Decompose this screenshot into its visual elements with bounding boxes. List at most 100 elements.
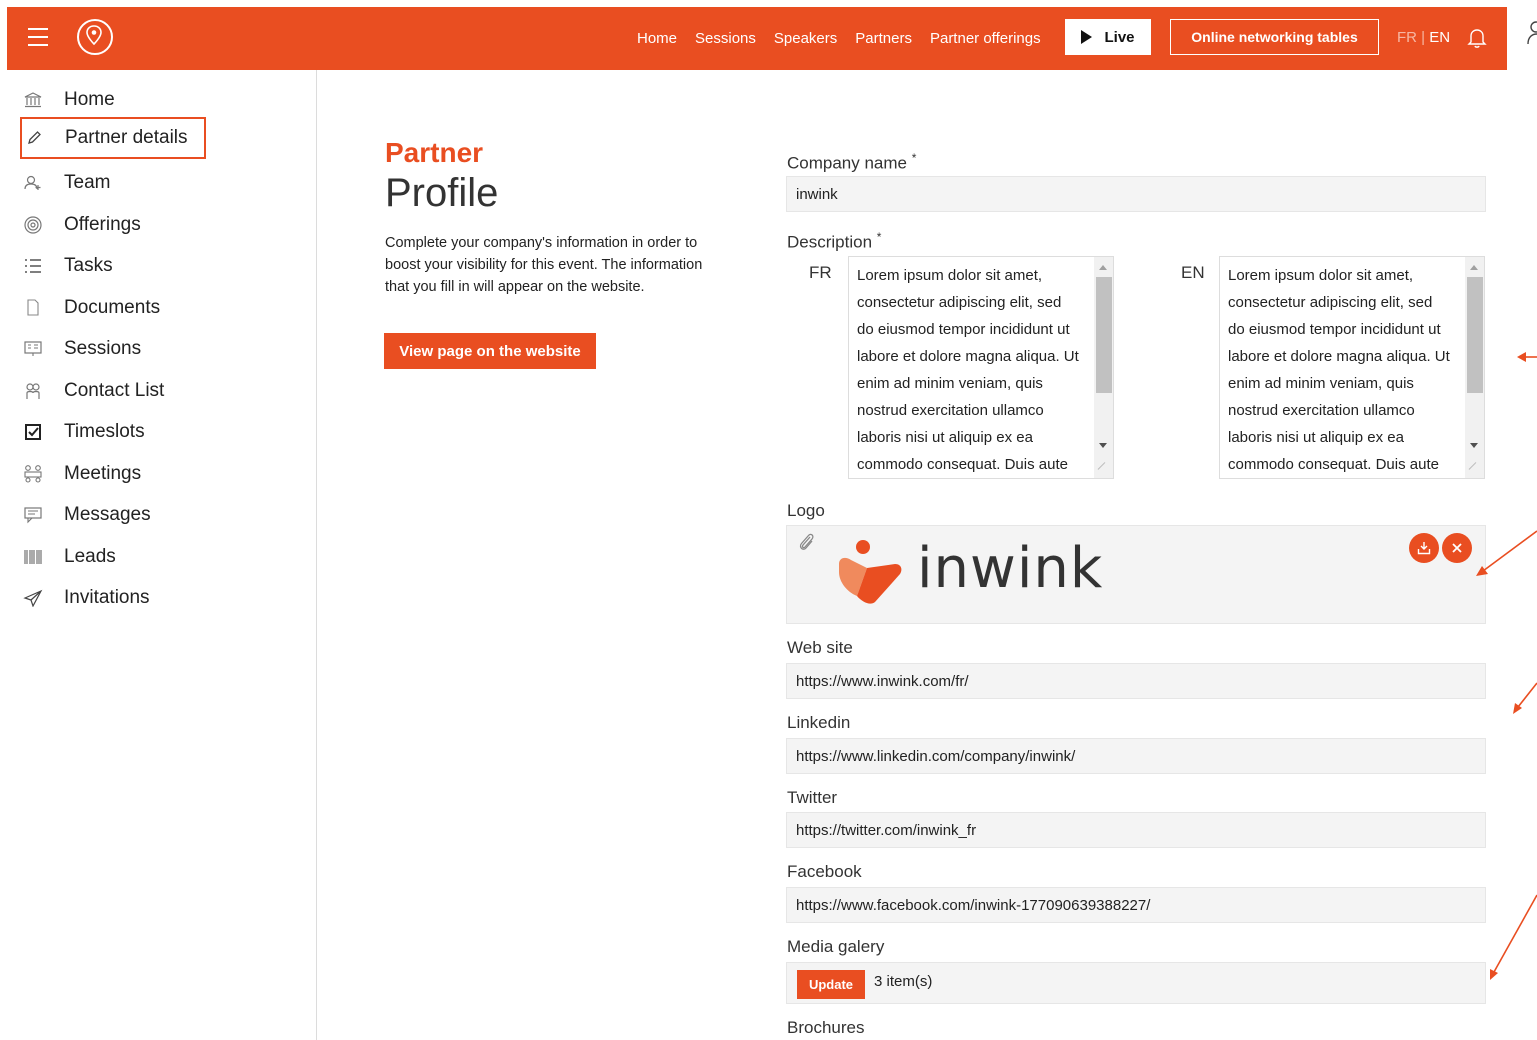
sidebar-item-team[interactable]: Team <box>21 165 110 201</box>
remove-logo-button[interactable] <box>1442 533 1472 563</box>
resize-grip-icon[interactable] <box>1468 462 1484 477</box>
scroll-thumb[interactable] <box>1467 277 1483 393</box>
text-line: consectetur adipiscing elit, sed <box>857 294 1062 311</box>
meeting-icon <box>21 464 45 484</box>
hamburger-menu-icon[interactable] <box>28 28 48 48</box>
sidebar-item-documents[interactable]: Documents <box>21 290 160 326</box>
nav-sessions[interactable]: Sessions <box>695 30 756 47</box>
download-logo-button[interactable] <box>1409 533 1439 563</box>
sidebar-item-partner-details[interactable]: Partner details <box>20 117 206 159</box>
scroll-up-icon[interactable] <box>1470 265 1478 270</box>
view-page-button[interactable]: View page on the website <box>384 333 596 369</box>
nav-home[interactable]: Home <box>637 30 677 47</box>
required-mark: * <box>876 230 882 244</box>
document-icon <box>21 298 45 318</box>
sidebar-item-messages[interactable]: Messages <box>21 497 151 533</box>
sidebar-item-label: Documents <box>64 297 161 318</box>
text-line: consectetur adipiscing elit, sed <box>1228 294 1433 311</box>
linkedin-input[interactable]: https://www.linkedin.com/company/inwink/ <box>786 738 1486 774</box>
linkedin-label: Linkedin <box>787 713 851 732</box>
sidebar-item-label: Tasks <box>64 255 113 276</box>
sidebar-item-meetings[interactable]: Meetings <box>21 456 141 492</box>
text-line: nostrud exercitation ullamco <box>1228 402 1415 419</box>
sidebar-item-sessions[interactable]: Sessions <box>21 331 141 367</box>
scroll-up-icon[interactable] <box>1099 265 1107 270</box>
annotation-arrow-social <box>1517 682 1537 708</box>
page-description: Complete your company's information in o… <box>385 235 703 295</box>
pencil-icon <box>22 128 46 148</box>
company-name-input[interactable]: inwink <box>786 176 1486 212</box>
target-icon <box>21 215 45 235</box>
lang-en[interactable]: EN <box>1429 29 1450 46</box>
text-line: labore et dolore magna aliqua. Ut <box>857 348 1079 365</box>
event-logo[interactable] <box>77 19 113 55</box>
sidebar-item-label: Timeslots <box>64 421 145 442</box>
nav-speakers[interactable]: Speakers <box>774 30 837 47</box>
sidebar-item-home[interactable]: Home <box>21 82 115 118</box>
nav-partners[interactable]: Partners <box>855 30 912 47</box>
description-en-text: Lorem ipsum dolor sit amet, consectetur … <box>1228 262 1460 478</box>
company-name-label-text: Company name <box>787 153 908 173</box>
logo-upload[interactable]: inwink <box>786 525 1486 624</box>
scrollbar[interactable] <box>1094 257 1113 478</box>
live-button[interactable]: Live <box>1065 19 1151 55</box>
chat-icon <box>21 505 45 525</box>
resize-grip-icon[interactable] <box>1097 462 1113 477</box>
online-networking-button[interactable]: Online networking tables <box>1170 19 1379 55</box>
arrow-head <box>1490 969 1498 980</box>
text-line: enim ad minim veniam, quis <box>857 375 1043 392</box>
sidebar-item-tasks[interactable]: Tasks <box>21 248 113 284</box>
facebook-input[interactable]: https://www.facebook.com/inwink-17709063… <box>786 887 1486 923</box>
sidebar-item-contact-list[interactable]: Contact List <box>21 373 164 409</box>
sidebar-item-invitations[interactable]: Invitations <box>21 580 150 616</box>
description-fr-textarea[interactable]: Lorem ipsum dolor sit amet, consectetur … <box>848 256 1114 479</box>
bank-icon <box>21 90 45 110</box>
description-en-label: EN <box>1181 263 1205 282</box>
lang-fr[interactable]: FR <box>1397 29 1417 46</box>
scroll-down-icon[interactable] <box>1099 443 1107 448</box>
page-title-profile: Profile <box>385 171 499 215</box>
update-media-button[interactable]: Update <box>797 970 865 999</box>
text-line: Lorem ipsum dolor sit amet, <box>857 267 1043 284</box>
paperclip-icon[interactable] <box>797 532 817 559</box>
text-line: Lorem ipsum dolor sit amet, <box>1228 267 1414 284</box>
text-line: enim ad minim veniam, quis <box>1228 375 1414 392</box>
sidebar-item-label: Meetings <box>64 463 142 484</box>
twitter-input[interactable]: https://twitter.com/inwink_fr <box>786 812 1486 848</box>
company-name-label: Company name * <box>787 151 916 174</box>
sidebar-item-label: Leads <box>64 546 116 567</box>
inwink-logo-mark <box>835 538 905 609</box>
arrow-head <box>1513 703 1522 714</box>
facebook-label: Facebook <box>787 862 862 881</box>
description-en-textarea[interactable]: Lorem ipsum dolor sit amet, consectetur … <box>1219 256 1485 479</box>
brochures-label: Brochures <box>787 1018 865 1037</box>
sidebar-item-offerings[interactable]: Offerings <box>21 207 141 243</box>
description-fr-label: FR <box>809 263 832 282</box>
close-icon <box>1452 543 1462 553</box>
sidebar-item-timeslots[interactable]: Timeslots <box>21 414 145 450</box>
scroll-thumb[interactable] <box>1096 277 1112 393</box>
text-line: labore et dolore magna aliqua. Ut <box>1228 348 1450 365</box>
lang-separator: | <box>1417 29 1430 46</box>
text-line: commodo consequat. Duis aute <box>857 456 1068 473</box>
top-bar: Home Sessions Speakers Partners Partner … <box>7 7 1507 70</box>
text-line: laboris nisi ut aliquip ex ea <box>1228 429 1404 446</box>
media-count: 3 item(s) <box>874 973 933 990</box>
website-input[interactable]: https://www.inwink.com/fr/ <box>786 663 1486 699</box>
nav-partner-offerings[interactable]: Partner offerings <box>930 30 1041 47</box>
description-fr-text: Lorem ipsum dolor sit amet, consectetur … <box>857 262 1089 478</box>
scroll-down-icon[interactable] <box>1470 443 1478 448</box>
paper-plane-icon <box>21 588 45 608</box>
play-icon <box>1081 30 1093 44</box>
twitter-label: Twitter <box>787 788 838 807</box>
page-title-partner: Partner <box>385 137 484 168</box>
scrollbar[interactable] <box>1465 257 1484 478</box>
bell-icon[interactable] <box>1467 27 1487 54</box>
user-icon[interactable] <box>1525 20 1537 51</box>
sidebar-item-label: Home <box>64 89 115 110</box>
checkbox-icon <box>21 422 45 442</box>
contacts-icon <box>21 381 45 401</box>
sidebar-item-leads[interactable]: Leads <box>21 539 116 575</box>
live-label: Live <box>1104 28 1135 46</box>
website-label: Web site <box>787 638 853 657</box>
